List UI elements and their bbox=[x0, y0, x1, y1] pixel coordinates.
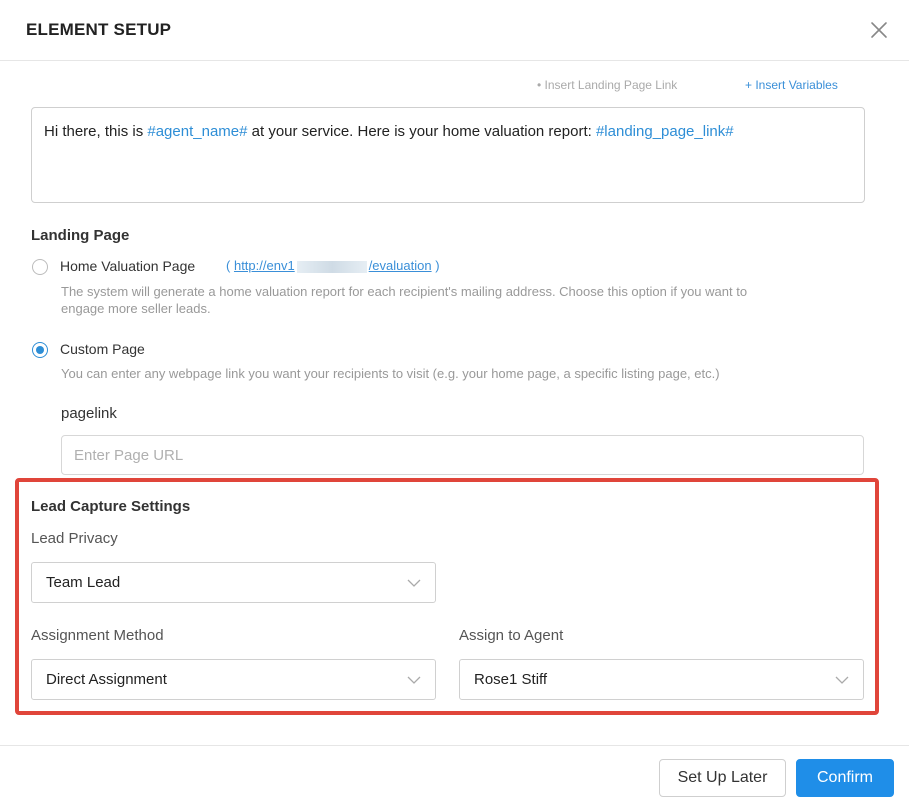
message-toolbar: • Insert Landing Page Link + Insert Vari… bbox=[0, 78, 909, 92]
landing-page-title: Landing Page bbox=[31, 227, 130, 244]
confirm-button[interactable]: Confirm bbox=[796, 759, 894, 797]
landing-page-link-variable: #landing_page_link# bbox=[595, 123, 734, 140]
custom-page-label: Custom Page bbox=[60, 341, 145, 357]
message-text-2: at your service. Here is your home valua… bbox=[247, 123, 596, 140]
chevron-down-icon bbox=[407, 676, 421, 684]
home-valuation-url-start[interactable]: http://env1 bbox=[234, 258, 295, 273]
close-icon[interactable] bbox=[868, 19, 890, 41]
insert-landing-page-link[interactable]: • Insert Landing Page Link bbox=[537, 78, 677, 92]
modal-title: ELEMENT SETUP bbox=[26, 20, 172, 39]
lead-privacy-select[interactable]: Team Lead bbox=[31, 562, 436, 603]
assignment-method-select[interactable]: Direct Assignment bbox=[31, 659, 436, 700]
assignment-method-value: Direct Assignment bbox=[46, 671, 167, 688]
insert-variables-link[interactable]: + Insert Variables bbox=[745, 78, 838, 92]
message-text-1: Hi there, this is bbox=[44, 123, 148, 140]
modal-header: ELEMENT SETUP bbox=[0, 0, 909, 61]
assignment-method-label: Assignment Method bbox=[31, 627, 164, 644]
chevron-down-icon bbox=[407, 579, 421, 587]
home-valuation-description: The system will generate a home valuatio… bbox=[61, 284, 748, 316]
home-valuation-url[interactable]: ( http://env1/evaluation ) bbox=[226, 258, 440, 273]
modal-footer: Set Up Later Confirm bbox=[0, 745, 909, 800]
home-valuation-url-end[interactable]: /evaluation bbox=[369, 258, 432, 273]
custom-page-description: You can enter any webpage link you want … bbox=[61, 366, 720, 381]
chevron-down-icon bbox=[835, 676, 849, 684]
message-textarea[interactable]: Hi there, this is #agent_name# at your s… bbox=[31, 107, 865, 203]
pagelink-label: pagelink bbox=[61, 405, 117, 422]
lead-privacy-value: Team Lead bbox=[46, 574, 121, 591]
insert-plus-icon: + bbox=[745, 78, 756, 92]
redacted-url-segment bbox=[296, 260, 367, 273]
agent-name-variable: #agent_name# bbox=[147, 123, 248, 140]
insert-bullet-icon: • bbox=[537, 78, 545, 92]
custom-page-radio[interactable] bbox=[32, 342, 48, 358]
assign-to-agent-value: Rose1 Stiff bbox=[474, 671, 548, 688]
assign-to-agent-select[interactable]: Rose1 Stiff bbox=[459, 659, 864, 700]
lead-privacy-label: Lead Privacy bbox=[31, 530, 118, 547]
assign-to-agent-label: Assign to Agent bbox=[459, 627, 564, 644]
home-valuation-label: Home Valuation Page bbox=[60, 258, 196, 274]
set-up-later-button[interactable]: Set Up Later bbox=[659, 759, 786, 797]
lead-capture-title: Lead Capture Settings bbox=[31, 498, 191, 515]
home-valuation-radio[interactable] bbox=[32, 259, 48, 275]
pagelink-input[interactable] bbox=[61, 435, 864, 475]
